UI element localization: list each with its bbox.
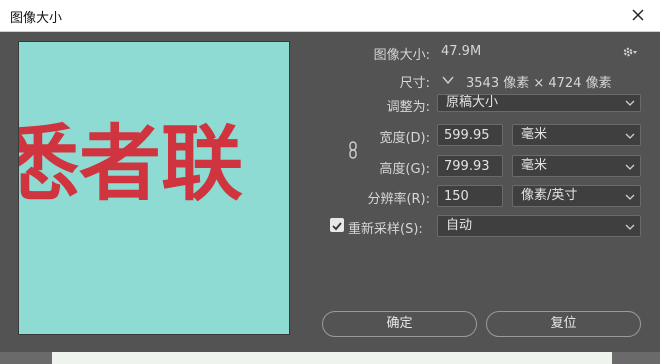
chevron-down-icon[interactable]	[441, 72, 455, 86]
fit-to-value: 原稿大小	[446, 95, 499, 110]
preview-text: 悉者联	[19, 116, 243, 212]
width-input[interactable]: 599.95	[437, 124, 503, 146]
resolution-input[interactable]: 150	[437, 185, 503, 207]
canvas-background	[0, 352, 660, 364]
height-label: 高度(G):	[379, 162, 430, 177]
height-input[interactable]: 799.93	[437, 155, 503, 177]
dimensions-value: 3543 像素 × 4724 像素	[466, 76, 612, 91]
chevron-down-icon	[624, 190, 636, 202]
chevron-down-icon	[624, 129, 636, 141]
chevron-down-icon	[624, 220, 636, 232]
ok-button[interactable]: 确定	[322, 311, 477, 337]
width-label: 宽度(D):	[379, 131, 430, 146]
fit-to-select[interactable]: 原稿大小	[437, 94, 641, 112]
resolution-label: 分辨率(R):	[367, 192, 430, 207]
height-unit-value: 毫米	[521, 158, 548, 173]
image-size-label: 图像大小:	[373, 48, 430, 63]
image-size-dialog: 图像大小 悉者联 图像大小: 47.9M 尺寸: 3543 像素 × 4724 …	[0, 0, 660, 364]
resample-value: 自动	[446, 218, 473, 233]
width-unit-value: 毫米	[521, 127, 548, 142]
resample-checkbox[interactable]	[330, 218, 344, 232]
resample-select[interactable]: 自动	[437, 215, 641, 237]
chevron-down-icon	[624, 97, 636, 109]
reset-button[interactable]: 复位	[486, 311, 641, 337]
image-size-value: 47.9M	[441, 44, 482, 59]
height-unit-select[interactable]: 毫米	[512, 155, 641, 177]
width-unit-select[interactable]: 毫米	[512, 124, 641, 146]
resolution-unit-select[interactable]: 像素/英寸	[512, 185, 641, 207]
resolution-unit-value: 像素/英寸	[521, 188, 578, 203]
chevron-down-icon	[624, 160, 636, 172]
title-bar: 图像大小	[0, 0, 660, 32]
fit-to-label: 调整为:	[386, 100, 430, 115]
resample-label: 重新采样(S):	[348, 222, 423, 237]
close-icon[interactable]	[628, 5, 648, 25]
gear-icon[interactable]	[622, 44, 638, 60]
canvas-document	[52, 352, 612, 364]
dimensions-label: 尺寸:	[399, 76, 430, 91]
dialog-title: 图像大小	[10, 11, 63, 26]
image-preview[interactable]: 悉者联	[18, 41, 290, 335]
